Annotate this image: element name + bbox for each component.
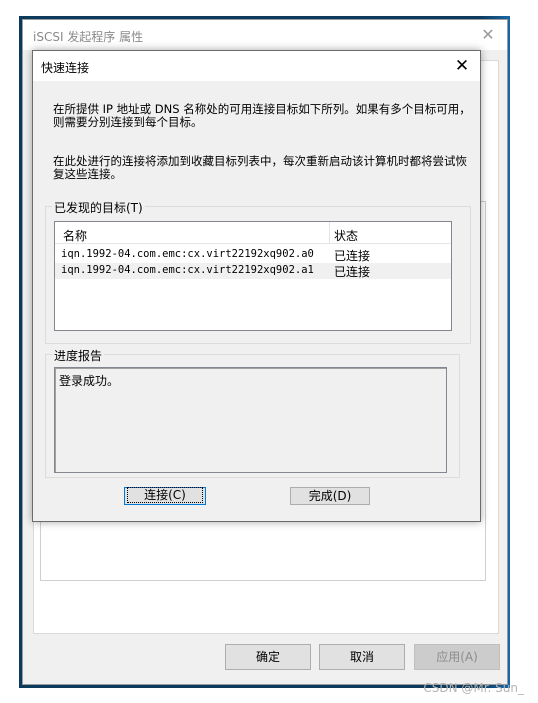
parent-titlebar: iSCSI 发起程序 属性 ✕ (23, 20, 507, 50)
column-header-name[interactable]: 名称 (63, 227, 87, 244)
table-row[interactable]: iqn.1992-04.com.emc:cx.virt22192xq902.a0… (55, 247, 451, 263)
progress-report-box: 登录成功。 (54, 367, 447, 473)
connect-button[interactable]: 连接(C) (124, 487, 206, 505)
targets-list-header: 名称 状态 (55, 222, 451, 244)
quick-connect-dialog: 快速连接 ✕ 在所提供 IP 地址或 DNS 名称处的可用连接目标如下所列。如果… (32, 50, 481, 522)
watermark-text: CSDN @Mr. Sun_ (423, 681, 524, 695)
parent-window-title: iSCSI 发起程序 属性 (33, 30, 144, 44)
column-header-status[interactable]: 状态 (334, 227, 358, 244)
apply-button[interactable]: 应用(A) (414, 644, 500, 670)
target-status-cell: 已连接 (334, 249, 371, 263)
progress-report-label: 进度报告 (52, 347, 105, 364)
targets-listview[interactable]: 名称 状态 iqn.1992-04.com.emc:cx.virt22192xq… (54, 221, 452, 331)
cancel-button[interactable]: 取消 (319, 644, 405, 670)
ok-button[interactable]: 确定 (225, 644, 311, 670)
target-name-cell: iqn.1992-04.com.emc:cx.virt22192xq902.a0 (61, 248, 314, 260)
discovered-targets-label: 已发现的目标(T) (52, 199, 145, 216)
column-divider[interactable] (329, 222, 330, 244)
progress-report-group: 进度报告 登录成功。 (45, 347, 460, 478)
table-row[interactable]: iqn.1992-04.com.emc:cx.virt22192xq902.a1… (55, 263, 451, 279)
parent-close-icon[interactable]: ✕ (477, 24, 499, 46)
done-button[interactable]: 完成(D) (290, 487, 370, 505)
dialog-description-2: 在此处进行的连接将添加到收藏目标列表中，每次重新启动该计算机时都将尝试恢复这些连… (53, 154, 467, 181)
connect-button-label: 连接(C) (127, 487, 203, 503)
target-name-cell: iqn.1992-04.com.emc:cx.virt22192xq902.a1 (61, 264, 314, 276)
dialog-close-icon[interactable]: ✕ (450, 54, 474, 78)
target-status-cell: 已连接 (334, 265, 371, 279)
dialog-description-1: 在所提供 IP 地址或 DNS 名称处的可用连接目标如下所列。如果有多个目标可用… (53, 102, 471, 129)
progress-report-text: 登录成功。 (59, 374, 120, 388)
dialog-titlebar: 快速连接 ✕ (33, 51, 480, 81)
dialog-title: 快速连接 (41, 61, 90, 75)
discovered-targets-group: 已发现的目标(T) 名称 状态 iqn.1992-04.com.emc:cx.v… (45, 199, 471, 344)
